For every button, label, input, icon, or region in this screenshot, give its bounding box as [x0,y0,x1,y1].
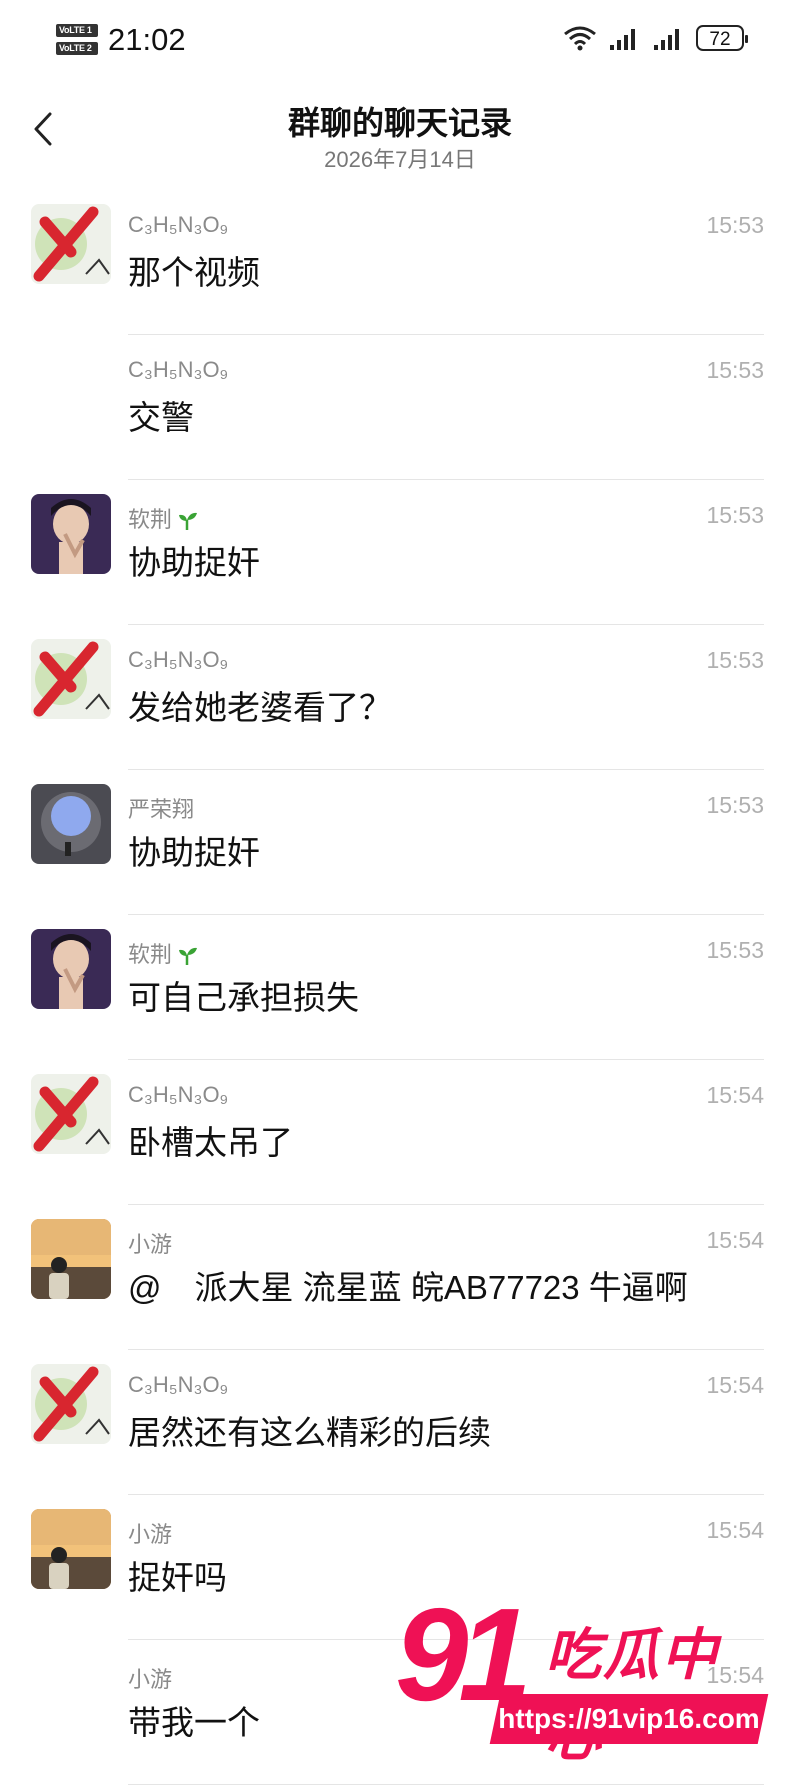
avatar-person[interactable] [31,494,111,574]
page-date: 2026年7月14日 [324,147,476,172]
message-sender: 小游 [128,1232,173,1257]
message-text: @ 派大星 流星蓝 皖AB77723 牛逼啊 [128,1269,688,1306]
volte-2-badge: VoLTE 2 [56,42,98,55]
signal-2-icon [654,29,679,50]
avatar-red-x[interactable] [31,204,111,284]
message-text: 交警 [128,399,194,436]
message-time: 15:53 [706,212,764,238]
avatar-red-x[interactable] [31,1364,111,1444]
message-item[interactable]: 小游 15:54 带我一个 [0,1640,800,1785]
message-text: 发给她老婆看了？ [128,689,392,726]
wifi-icon [564,26,596,51]
message-text: 那个视频 [128,254,260,291]
message-time: 15:53 [706,357,764,383]
avatar-red-x[interactable] [31,1074,111,1154]
message-item[interactable]: C₃H₅N₃O₉ 15:54 卧槽太吊了 [0,1060,800,1205]
message-text: 带我一个 [128,1704,260,1741]
message-item[interactable]: C₃H₅N₃O₉ 15:53 交警 [0,335,800,480]
message-list[interactable]: C₃H₅N₃O₉ 15:53 那个视频 C₃H₅N₃O₉ 15:53 交警 软荆… [0,190,800,1785]
message-item[interactable]: 软荆 15:53 协助捉奸 [0,480,800,625]
message-text: 卧槽太吊了 [128,1124,293,1161]
message-text: 协助捉奸 [128,544,260,581]
message-sender: C₃H₅N₃O₉ [128,647,229,672]
message-text: 协助捉奸 [128,834,260,871]
message-item[interactable]: 小游 15:54 捉奸吗 [0,1495,800,1640]
message-time: 15:53 [706,937,764,963]
message-sender: 小游 [128,1667,173,1692]
status-bar: VoLTE 1 VoLTE 2 21:02 72 [0,0,800,80]
message-time: 15:54 [706,1372,764,1398]
message-text: 居然还有这么精彩的后续 [128,1414,491,1451]
message-time: 15:54 [706,1662,764,1688]
message-time: 15:54 [706,1082,764,1108]
status-icons: 72 [562,24,748,52]
battery-indicator: 72 [696,25,748,51]
message-time: 15:53 [706,647,764,673]
message-time: 15:53 [706,502,764,528]
message-text: 可自己承担损失 [128,979,359,1016]
avatar-dome[interactable] [31,784,111,864]
message-sender: 软荆 [128,502,198,534]
message-item[interactable]: 小游 15:54 @ 派大星 流星蓝 皖AB77723 牛逼啊 [0,1205,800,1350]
message-sender: C₃H₅N₃O₉ [128,1372,229,1397]
message-sender: 严荣翔 [128,797,195,822]
status-time: 21:02 [108,22,186,57]
sprout-icon [179,948,198,966]
avatar-red-x[interactable] [31,639,111,719]
message-item[interactable]: C₃H₅N₃O₉ 15:53 那个视频 [0,190,800,335]
message-sender: C₃H₅N₃O₉ [128,357,229,382]
message-sender: 小游 [128,1522,173,1547]
volte-1-badge: VoLTE 1 [56,24,98,37]
page-title: 群聊的聊天记录 [287,105,512,141]
message-text: 捉奸吗 [128,1559,227,1596]
message-item[interactable]: 软荆 15:53 可自己承担损失 [0,915,800,1060]
header: 群聊的聊天记录 2026年7月14日 [0,80,800,190]
avatar-person[interactable] [31,929,111,1009]
message-time: 15:54 [706,1227,764,1253]
sim-indicators: VoLTE 1 VoLTE 2 [56,24,98,60]
avatar-sunset[interactable] [31,1509,111,1589]
message-item[interactable]: C₃H₅N₃O₉ 15:53 发给她老婆看了？ [0,625,800,770]
message-sender: C₃H₅N₃O₉ [128,212,229,237]
message-time: 15:53 [706,792,764,818]
avatar-sunset[interactable] [31,1219,111,1299]
message-item[interactable]: 严荣翔 15:53 协助捉奸 [0,770,800,915]
message-item[interactable]: C₃H₅N₃O₉ 15:54 居然还有这么精彩的后续 [0,1350,800,1495]
message-sender: C₃H₅N₃O₉ [128,1082,229,1107]
message-sender: 软荆 [128,937,198,969]
sprout-icon [179,513,198,531]
signal-1-icon [610,29,635,50]
message-time: 15:54 [706,1517,764,1543]
